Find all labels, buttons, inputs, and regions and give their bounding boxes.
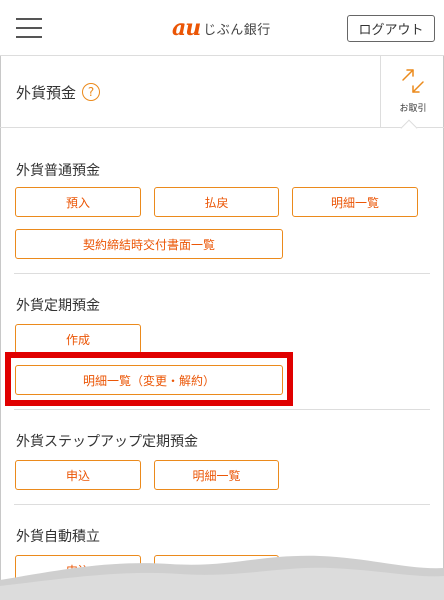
title-row: 外貨預金 ? <box>0 56 444 128</box>
transactions-button[interactable]: お取引 <box>380 56 444 128</box>
section-title-step-up: 外貨ステップアップ定期預金 <box>16 434 198 450</box>
contract-documents-button[interactable]: 契約締結時交付書面一覧 <box>15 229 283 259</box>
divider <box>14 409 430 410</box>
bank-logo: au じぶん銀行 <box>172 14 271 42</box>
app-header: au じぶん銀行 ログアウト <box>0 0 444 56</box>
section-title-ordinary: 外貨普通預金 <box>16 163 100 179</box>
withdraw-button[interactable]: 払戻 <box>154 187 279 217</box>
swap-arrows-icon <box>402 69 424 93</box>
step-up-statement-button[interactable]: 明細一覧 <box>154 460 279 490</box>
create-time-deposit-button[interactable]: 作成 <box>15 324 141 354</box>
time-deposit-statement-button[interactable]: 明細一覧（変更・解約） <box>15 365 283 395</box>
divider <box>14 273 430 274</box>
transactions-label: お取引 <box>399 104 427 114</box>
section-title-time-deposit: 外貨定期預金 <box>16 298 100 314</box>
torn-edge-decoration <box>0 555 444 600</box>
page-title: 外貨預金 <box>16 84 77 102</box>
deposit-button[interactable]: 預入 <box>15 187 141 217</box>
step-up-apply-button[interactable]: 申込 <box>15 460 141 490</box>
divider <box>14 504 430 505</box>
logo-mark: au <box>172 15 201 41</box>
hamburger-menu-icon[interactable] <box>16 16 42 40</box>
logo-text: じぶん銀行 <box>203 22 271 38</box>
question-circle-icon[interactable]: ? <box>82 83 100 101</box>
ordinary-statement-button[interactable]: 明細一覧 <box>292 187 418 217</box>
logout-button[interactable]: ログアウト <box>347 15 435 42</box>
